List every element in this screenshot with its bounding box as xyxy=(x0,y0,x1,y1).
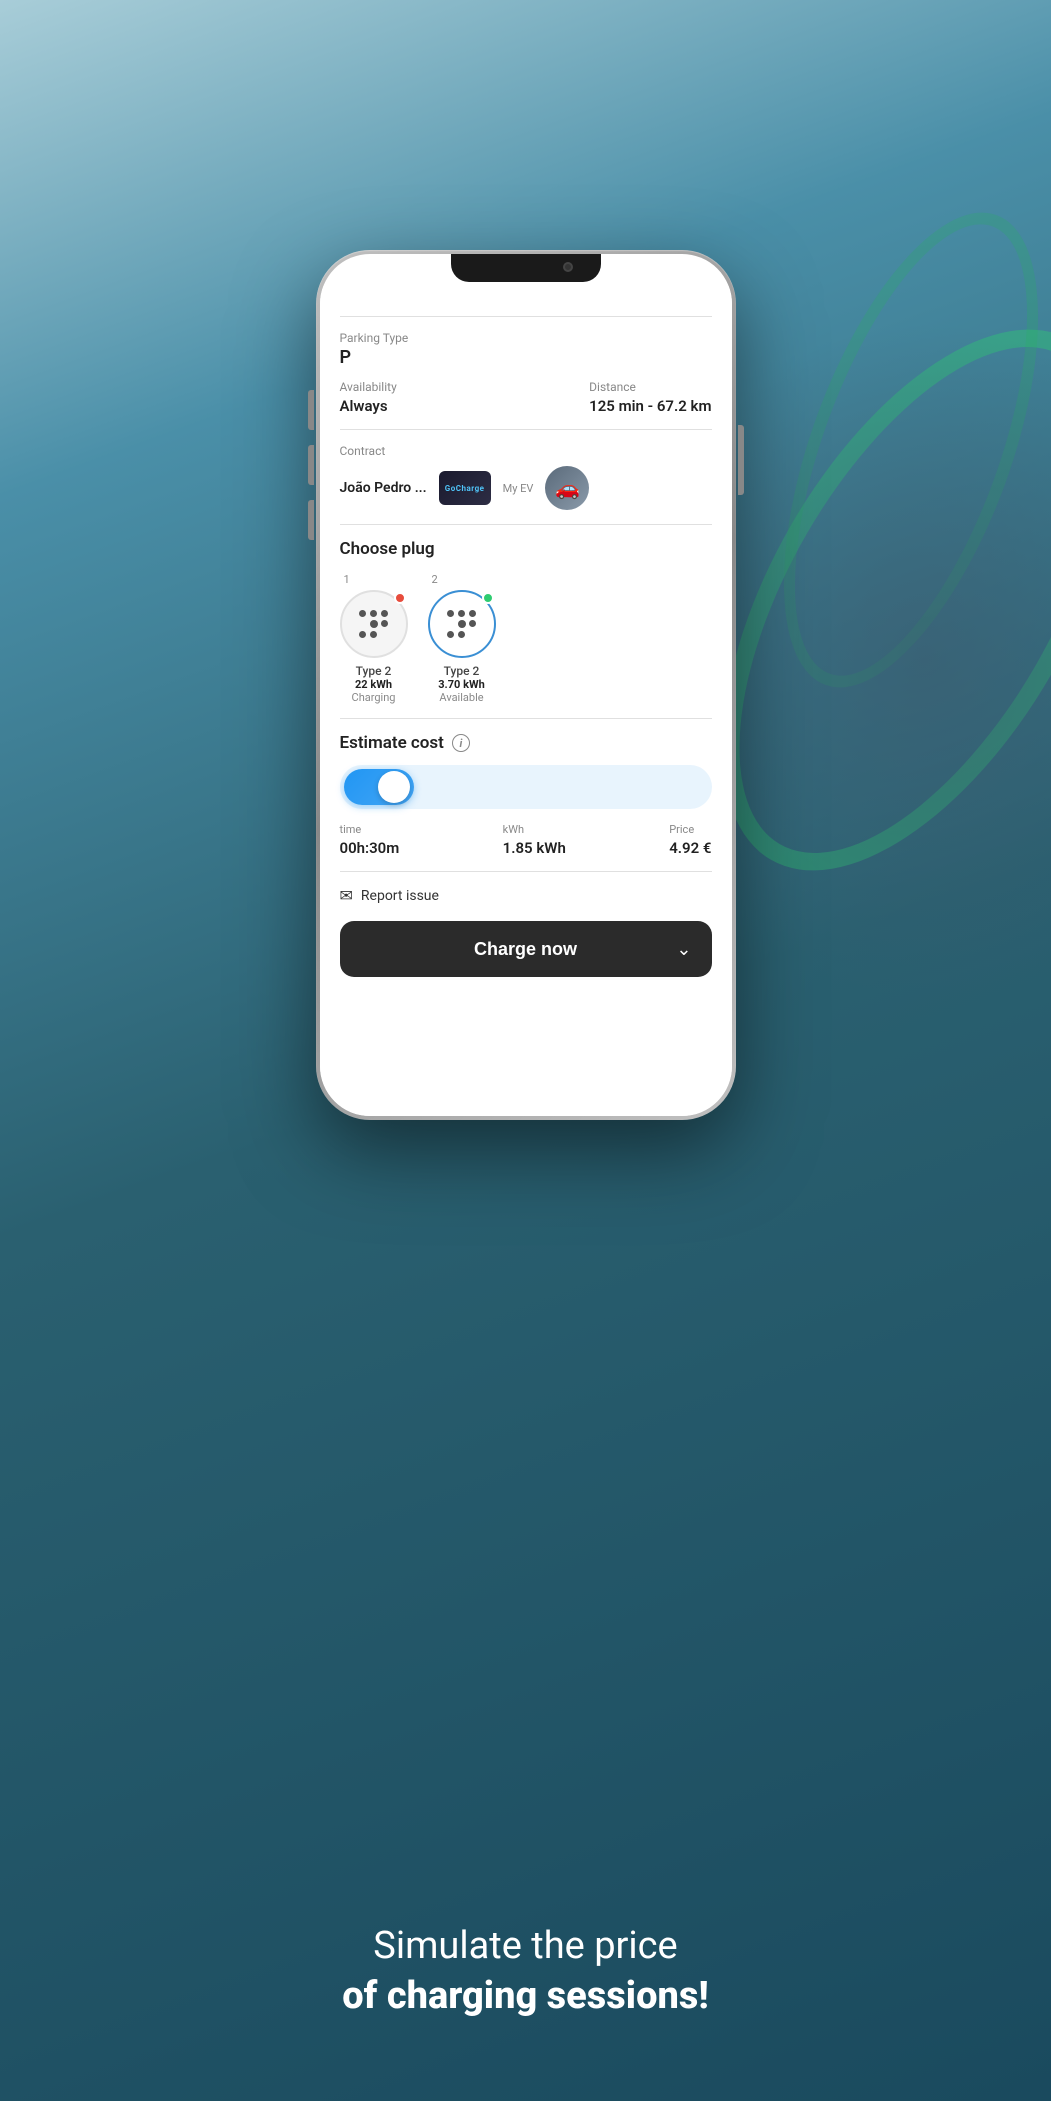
plug-2-wrapper xyxy=(428,590,496,658)
phone-notch xyxy=(451,254,601,282)
tagline-line2: of charging sessions! xyxy=(60,1972,991,2021)
pdot xyxy=(370,610,377,617)
plug-2-icon xyxy=(447,610,477,638)
car-icon: 🚗 xyxy=(555,476,580,500)
pdot xyxy=(469,610,476,617)
my-ev-label: My EV xyxy=(503,482,534,495)
plug-1-number: 1 xyxy=(344,573,350,586)
estimate-cost-header: Estimate cost i xyxy=(340,733,712,753)
chevron-down-icon: ⌄ xyxy=(676,939,691,960)
availability-col: Availability Always xyxy=(340,380,397,415)
kwh-value: 1.85 kWh xyxy=(503,839,566,857)
availability-label: Availability xyxy=(340,380,397,394)
notch-camera xyxy=(563,262,573,272)
distance-col: Distance 125 min - 67.2 km xyxy=(589,380,711,415)
phone-screen: Parking Type P Availability Always Dista… xyxy=(320,254,732,1116)
price-col: Price 4.92 € xyxy=(669,823,711,857)
divider-1 xyxy=(340,429,712,430)
distance-value: 125 min - 67.2 km xyxy=(589,397,711,415)
pdot xyxy=(447,631,454,638)
mail-icon: ✉ xyxy=(340,886,353,905)
plug-2-status: Available xyxy=(439,691,483,704)
plug-1-icon xyxy=(359,610,389,638)
distance-label: Distance xyxy=(589,380,711,394)
pdot xyxy=(381,610,388,617)
availability-value: Always xyxy=(340,397,388,415)
pdot xyxy=(447,610,454,617)
tagline-line1: Simulate the price xyxy=(60,1922,991,1971)
info-row: Availability Always Distance 125 min - 6… xyxy=(340,380,712,415)
pdot xyxy=(381,620,388,627)
charge-now-label: Charge now xyxy=(474,939,577,960)
pdot xyxy=(458,631,465,638)
plugs-row: 1 xyxy=(340,573,712,704)
kwh-label: kWh xyxy=(503,823,566,836)
toggle-thumb xyxy=(378,771,410,803)
choose-plug-title: Choose plug xyxy=(340,539,712,559)
charge-now-button[interactable]: Charge now ⌄ xyxy=(340,921,712,977)
cost-columns: time 00h:30m kWh 1.85 kWh Price 4.92 € xyxy=(340,823,712,857)
plug-2[interactable]: 2 xyxy=(428,573,496,704)
divider-top xyxy=(340,316,712,317)
pdot xyxy=(458,620,466,628)
screen-content: Parking Type P Availability Always Dista… xyxy=(320,286,732,1116)
estimate-cost-title: Estimate cost xyxy=(340,733,444,753)
contract-row: João Pedro ... GoCharge My EV 🚗 xyxy=(340,466,712,510)
report-issue-row[interactable]: ✉ Report issue xyxy=(340,886,712,905)
phone-mockup: Parking Type P Availability Always Dista… xyxy=(316,250,736,1120)
plug-2-power: 3.70 kWh xyxy=(438,678,485,691)
pdot xyxy=(370,620,378,628)
estimate-toggle-bar[interactable] xyxy=(340,765,712,809)
plug-2-number: 2 xyxy=(432,573,438,586)
ev-avatar: 🚗 xyxy=(545,466,589,510)
plug-2-type: Type 2 xyxy=(444,664,480,678)
divider-2 xyxy=(340,524,712,525)
plug-2-status-dot xyxy=(482,592,494,604)
contract-card: GoCharge xyxy=(439,471,491,505)
pdot xyxy=(370,631,377,638)
parking-type-label: Parking Type xyxy=(340,331,712,345)
kwh-col: kWh 1.85 kWh xyxy=(503,823,566,857)
phone-shell: Parking Type P Availability Always Dista… xyxy=(316,250,736,1120)
price-label: Price xyxy=(669,823,711,836)
price-value: 4.92 € xyxy=(669,839,711,857)
divider-4 xyxy=(340,871,712,872)
pdot xyxy=(458,610,465,617)
pdot xyxy=(359,610,366,617)
plug-1-status-dot xyxy=(394,592,406,604)
pdot xyxy=(469,620,476,627)
tagline-section: Simulate the price of charging sessions! xyxy=(0,1922,1051,2021)
parking-type-value: P xyxy=(340,347,712,368)
contract-name: João Pedro ... xyxy=(340,480,427,496)
divider-3 xyxy=(340,718,712,719)
plug-1-wrapper xyxy=(340,590,408,658)
info-icon[interactable]: i xyxy=(452,734,470,752)
plug-1-power: 22 kWh xyxy=(355,678,392,691)
contract-label: Contract xyxy=(340,444,712,458)
plug-1-type: Type 2 xyxy=(356,664,392,678)
pdot xyxy=(359,631,366,638)
time-value: 00h:30m xyxy=(340,839,400,857)
plug-1[interactable]: 1 xyxy=(340,573,408,704)
plug-1-status: Charging xyxy=(352,691,396,704)
time-label: time xyxy=(340,823,400,836)
time-col: time 00h:30m xyxy=(340,823,400,857)
report-issue-label: Report issue xyxy=(361,888,439,904)
